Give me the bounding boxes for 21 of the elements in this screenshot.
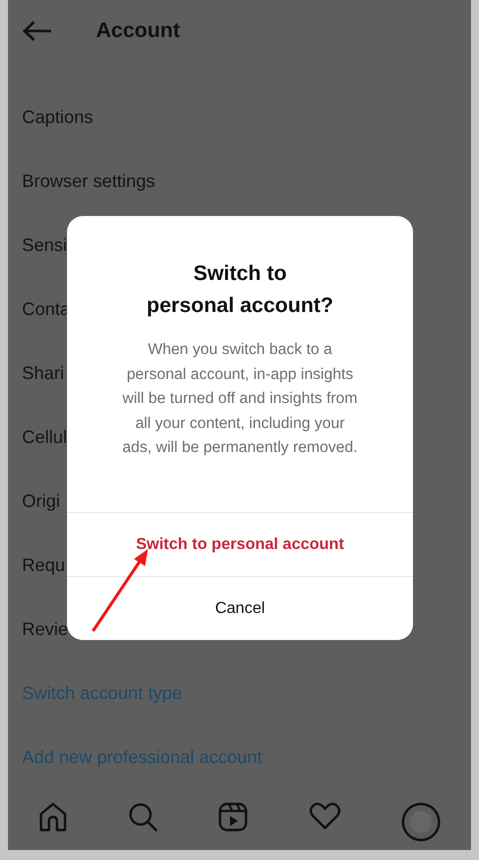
setting-item[interactable]: Revie	[22, 618, 68, 640]
setting-item[interactable]: Browser settings	[22, 170, 156, 192]
link[interactable]: Add new professional account	[22, 746, 262, 768]
page-title: Account	[96, 19, 180, 43]
heart-icon[interactable]	[308, 802, 341, 830]
setting-item[interactable]: Requ	[22, 554, 66, 576]
setting-item[interactable]: Captions	[22, 106, 94, 128]
setting-item[interactable]: Sensi	[22, 234, 68, 256]
link[interactable]: Switch account type	[22, 682, 182, 704]
search-icon[interactable]	[128, 802, 158, 832]
setting-item[interactable]: Cellul	[22, 426, 68, 448]
dialog-title: Switch to	[193, 261, 287, 287]
back-arrow-icon[interactable]	[22, 20, 52, 42]
video-play-icon[interactable]	[218, 802, 248, 832]
dialog-title: personal account?	[146, 293, 334, 319]
dialog-message: When you switch back to a personal account, in-app insights will be turned off and insights from all your content, including your ads, will be permanently removed.	[121, 340, 359, 458]
home-icon[interactable]	[38, 802, 68, 832]
avatar[interactable]	[400, 802, 441, 842]
setting-item[interactable]: Origi	[22, 490, 60, 512]
cancel-button[interactable]: Cancel	[67, 576, 413, 640]
setting-item[interactable]: Shari	[22, 362, 64, 384]
